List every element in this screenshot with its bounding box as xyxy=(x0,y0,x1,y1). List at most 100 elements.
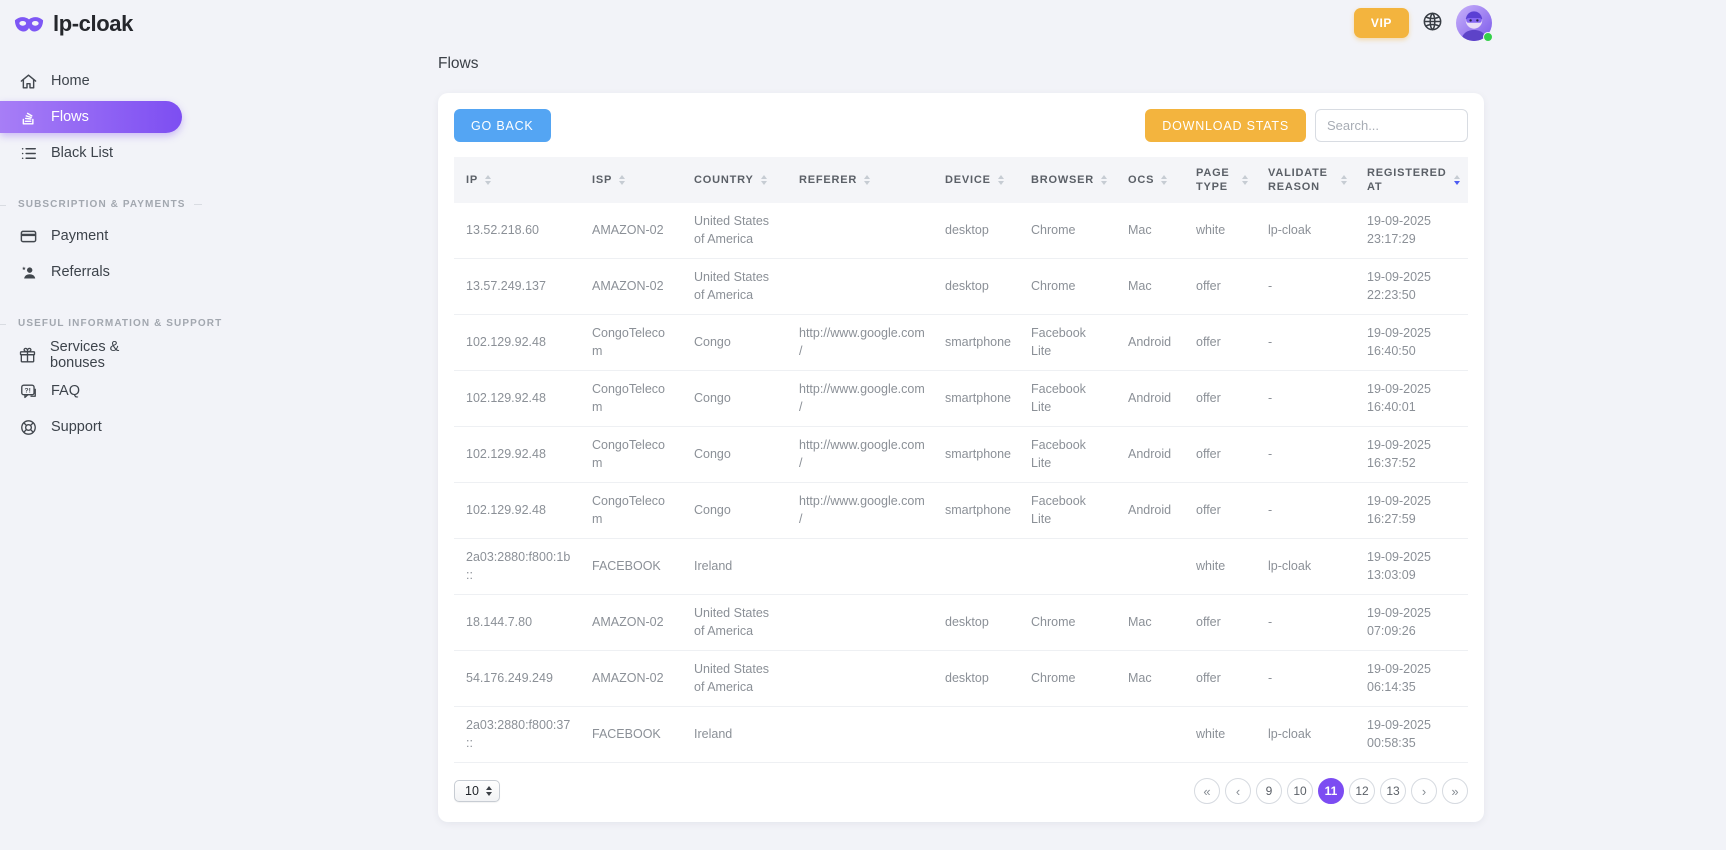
sidebar-item-black-list[interactable]: Black List xyxy=(0,137,182,169)
column-header-isp[interactable]: ISP xyxy=(582,157,684,203)
cell-validate_reason: - xyxy=(1258,651,1357,707)
pagination-next-button[interactable]: › xyxy=(1411,778,1437,804)
column-header-country[interactable]: COUNTRY xyxy=(684,157,789,203)
stepper-icon xyxy=(486,786,492,796)
cell-validate_reason: - xyxy=(1258,371,1357,427)
cell-isp: FACEBOOK xyxy=(582,707,684,763)
pagination-page-button[interactable]: 13 xyxy=(1380,778,1406,804)
cell-ip: 13.52.218.60 xyxy=(454,203,582,259)
table-row: 54.176.249.249AMAZON-02United States of … xyxy=(454,651,1468,707)
go-back-button[interactable]: GO BACK xyxy=(454,109,551,142)
page-size-select[interactable]: 10 xyxy=(454,780,500,802)
cell-country: United States of America xyxy=(684,651,789,707)
pagination-page-button[interactable]: 10 xyxy=(1287,778,1313,804)
sidebar-section-subscription-payments: SUBSCRIPTION & PAYMENTS xyxy=(0,199,220,210)
cell-referer xyxy=(789,707,935,763)
cell-referer: http://www.google.com/ xyxy=(789,371,935,427)
cell-device xyxy=(935,707,1021,763)
table-row: 102.129.92.48CongoTelecomCongohttp://www… xyxy=(454,371,1468,427)
sidebar-item-label: Referrals xyxy=(51,264,110,280)
sidebar: lp-cloak Home Flows xyxy=(0,0,220,447)
sidebar-item-label: Flows xyxy=(51,109,89,125)
cell-validate_reason: - xyxy=(1258,259,1357,315)
cell-device xyxy=(935,539,1021,595)
cell-page_type: offer xyxy=(1186,427,1258,483)
cell-device: smartphone xyxy=(935,371,1021,427)
column-header-validate_reason[interactable]: VALIDATE REASON xyxy=(1258,157,1357,203)
cell-browser: Chrome xyxy=(1021,595,1118,651)
sidebar-item-support[interactable]: Support xyxy=(0,411,182,443)
column-label: IP xyxy=(466,173,478,187)
cell-isp: AMAZON-02 xyxy=(582,203,684,259)
cell-ip: 102.129.92.48 xyxy=(454,315,582,371)
cell-page_type: white xyxy=(1186,539,1258,595)
brand[interactable]: lp-cloak xyxy=(0,0,220,47)
cell-browser: Facebook Lite xyxy=(1021,427,1118,483)
cell-ocs xyxy=(1118,707,1186,763)
sidebar-item-home[interactable]: Home xyxy=(0,65,182,97)
column-header-ocs[interactable]: OCS xyxy=(1118,157,1186,203)
cell-isp: CongoTelecom xyxy=(582,483,684,539)
pagination-page-button[interactable]: 12 xyxy=(1349,778,1375,804)
cell-page_type: offer xyxy=(1186,371,1258,427)
sidebar-item-faq[interactable]: ?! FAQ xyxy=(0,375,182,407)
cell-ocs: Android xyxy=(1118,315,1186,371)
sidebar-item-payment[interactable]: Payment xyxy=(0,220,182,252)
cell-ip: 102.129.92.48 xyxy=(454,483,582,539)
cell-ocs: Mac xyxy=(1118,651,1186,707)
cell-browser: Chrome xyxy=(1021,203,1118,259)
cell-referer xyxy=(789,259,935,315)
cell-page_type: offer xyxy=(1186,595,1258,651)
column-label: OCS xyxy=(1128,173,1154,187)
pagination-page-button[interactable]: 9 xyxy=(1256,778,1282,804)
download-stats-button[interactable]: DOWNLOAD STATS xyxy=(1145,109,1306,142)
cell-device: desktop xyxy=(935,259,1021,315)
column-label: ISP xyxy=(592,173,612,187)
pagination-prev-button[interactable]: ‹ xyxy=(1225,778,1251,804)
cell-page_type: offer xyxy=(1186,315,1258,371)
sort-icon xyxy=(1101,175,1107,185)
online-status-dot xyxy=(1483,32,1493,42)
column-header-referer[interactable]: REFERER xyxy=(789,157,935,203)
cell-registered_at: 19-09-202516:27:59 xyxy=(1357,483,1468,539)
search-input[interactable] xyxy=(1315,109,1468,142)
table-row: 2a03:2880:f800:37::FACEBOOKIrelandwhitel… xyxy=(454,707,1468,763)
column-header-registered_at[interactable]: REGISTERED AT xyxy=(1357,157,1468,203)
column-header-device[interactable]: DEVICE xyxy=(935,157,1021,203)
cell-registered_at: 19-09-202507:09:26 xyxy=(1357,595,1468,651)
table-row: 2a03:2880:f800:1b::FACEBOOKIrelandwhitel… xyxy=(454,539,1468,595)
pagination-page-button-active[interactable]: 11 xyxy=(1318,778,1344,804)
cell-registered_at: 19-09-202522:23:50 xyxy=(1357,259,1468,315)
cell-registered_at: 19-09-202506:14:35 xyxy=(1357,651,1468,707)
cell-registered_at: 19-09-202516:40:50 xyxy=(1357,315,1468,371)
cell-ip: 54.176.249.249 xyxy=(454,651,582,707)
sidebar-nav: Home Flows Black List SUBSCRIP xyxy=(0,65,220,443)
pagination-first-button[interactable]: « xyxy=(1194,778,1220,804)
faq-icon: ?! xyxy=(18,381,38,401)
cell-browser xyxy=(1021,707,1118,763)
cell-ip: 102.129.92.48 xyxy=(454,371,582,427)
sidebar-item-label: Payment xyxy=(51,228,108,244)
column-label: DEVICE xyxy=(945,173,991,187)
cell-registered_at: 19-09-202516:37:52 xyxy=(1357,427,1468,483)
table-row: 13.57.249.137AMAZON-02United States of A… xyxy=(454,259,1468,315)
cell-page_type: offer xyxy=(1186,259,1258,315)
sidebar-item-flows[interactable]: Flows xyxy=(0,101,182,133)
cell-country: Congo xyxy=(684,315,789,371)
cell-ocs: Android xyxy=(1118,483,1186,539)
column-header-ip[interactable]: IP xyxy=(454,157,582,203)
column-header-page_type[interactable]: PAGE TYPE xyxy=(1186,157,1258,203)
sidebar-item-services-bonuses[interactable]: Services & bonuses xyxy=(0,339,182,371)
cell-country: Congo xyxy=(684,483,789,539)
cell-device: desktop xyxy=(935,203,1021,259)
column-header-browser[interactable]: BROWSER xyxy=(1021,157,1118,203)
pagination-last-button[interactable]: » xyxy=(1442,778,1468,804)
cell-validate_reason: - xyxy=(1258,595,1357,651)
cell-referer xyxy=(789,203,935,259)
column-label: VALIDATE REASON xyxy=(1268,166,1334,195)
sidebar-item-referrals[interactable]: Referrals xyxy=(0,256,182,288)
sidebar-item-label: Home xyxy=(51,73,90,89)
cell-validate_reason: - xyxy=(1258,483,1357,539)
flows-card: GO BACK DOWNLOAD STATS IP ISP COUNTRYREFER… xyxy=(438,93,1484,822)
blacklist-icon xyxy=(18,143,38,163)
